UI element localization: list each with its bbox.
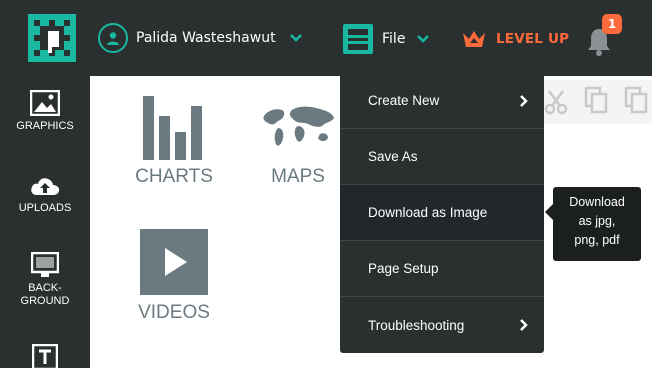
sidebar-item-background[interactable]: BACK- GROUND bbox=[0, 252, 90, 308]
image-icon bbox=[30, 90, 60, 116]
background-icon bbox=[31, 252, 59, 277]
bar-chart-icon bbox=[143, 96, 202, 160]
sidebar-item-label: GRAPHICS bbox=[16, 120, 74, 132]
tooltip-line: as jpg, bbox=[578, 214, 616, 228]
chevron-down-icon bbox=[289, 34, 302, 42]
menu-item-label: Create New bbox=[368, 93, 440, 108]
paste-icon[interactable] bbox=[624, 86, 648, 114]
user-name: Palida Wasteshawut bbox=[136, 30, 276, 46]
chevron-down-icon bbox=[417, 35, 430, 43]
tooltip-line: Download bbox=[569, 195, 625, 209]
menu-item-troubleshooting[interactable]: Troubleshooting bbox=[340, 297, 544, 353]
user-menu[interactable]: Palida Wasteshawut bbox=[98, 22, 302, 54]
menu-item-save-as[interactable]: Save As bbox=[340, 129, 544, 185]
download-tooltip: Download as jpg, png, pdf bbox=[545, 187, 641, 261]
sidebar-item-label: UPLOADS bbox=[18, 202, 72, 214]
tile-label: VIDEOS bbox=[138, 302, 210, 323]
menu-item-label: Troubleshooting bbox=[368, 317, 465, 333]
file-dropdown-menu: Create New Save As Download as Image Pag… bbox=[340, 73, 544, 353]
user-avatar-icon bbox=[98, 23, 128, 53]
tile-label: CHARTS bbox=[135, 166, 213, 187]
cloud-upload-icon bbox=[31, 178, 60, 195]
logo[interactable] bbox=[28, 14, 76, 62]
tile-maps[interactable]: MAPS bbox=[256, 94, 340, 188]
sidebar-item-uploads[interactable]: UPLOADS bbox=[0, 174, 90, 215]
sidebar-item-text[interactable] bbox=[0, 344, 90, 370]
file-icon bbox=[343, 24, 373, 54]
menu-item-label: Save As bbox=[368, 149, 418, 164]
chevron-right-icon bbox=[520, 94, 528, 107]
top-bar: Palida Wasteshawut File LEVEL UP 1 bbox=[0, 0, 652, 76]
level-up-button[interactable]: LEVEL UP bbox=[462, 24, 569, 54]
menu-item-label: Page Setup bbox=[368, 261, 439, 276]
chevron-right-icon bbox=[520, 319, 528, 331]
file-label: File bbox=[382, 31, 406, 47]
world-map-icon bbox=[263, 106, 334, 146]
tile-label: MAPS bbox=[271, 166, 325, 187]
copy-icon[interactable] bbox=[584, 86, 608, 114]
menu-item-download-as-image[interactable]: Download as Image bbox=[340, 185, 544, 241]
tile-videos[interactable]: VIDEOS bbox=[128, 228, 220, 324]
text-icon bbox=[32, 344, 58, 370]
menu-item-create-new[interactable]: Create New bbox=[340, 73, 544, 129]
tooltip-line: png, pdf bbox=[574, 233, 620, 247]
sidebar: GRAPHICS UPLOADS BACK- GROUND bbox=[0, 76, 90, 370]
notification-badge: 1 bbox=[602, 14, 622, 34]
file-menu-button[interactable]: File bbox=[342, 22, 430, 56]
tooltip-arrow bbox=[545, 204, 553, 220]
level-up-label: LEVEL UP bbox=[496, 31, 570, 47]
crown-icon bbox=[463, 31, 485, 47]
menu-item-label: Download as Image bbox=[368, 205, 488, 220]
sidebar-item-label: BACK- GROUND bbox=[20, 282, 70, 307]
sidebar-item-graphics[interactable]: GRAPHICS bbox=[0, 90, 90, 133]
play-icon bbox=[140, 229, 208, 295]
tile-charts[interactable]: CHARTS bbox=[128, 94, 220, 188]
scissors-icon[interactable] bbox=[544, 88, 568, 116]
menu-item-page-setup[interactable]: Page Setup bbox=[340, 241, 544, 297]
notifications-button[interactable]: 1 bbox=[584, 14, 624, 56]
